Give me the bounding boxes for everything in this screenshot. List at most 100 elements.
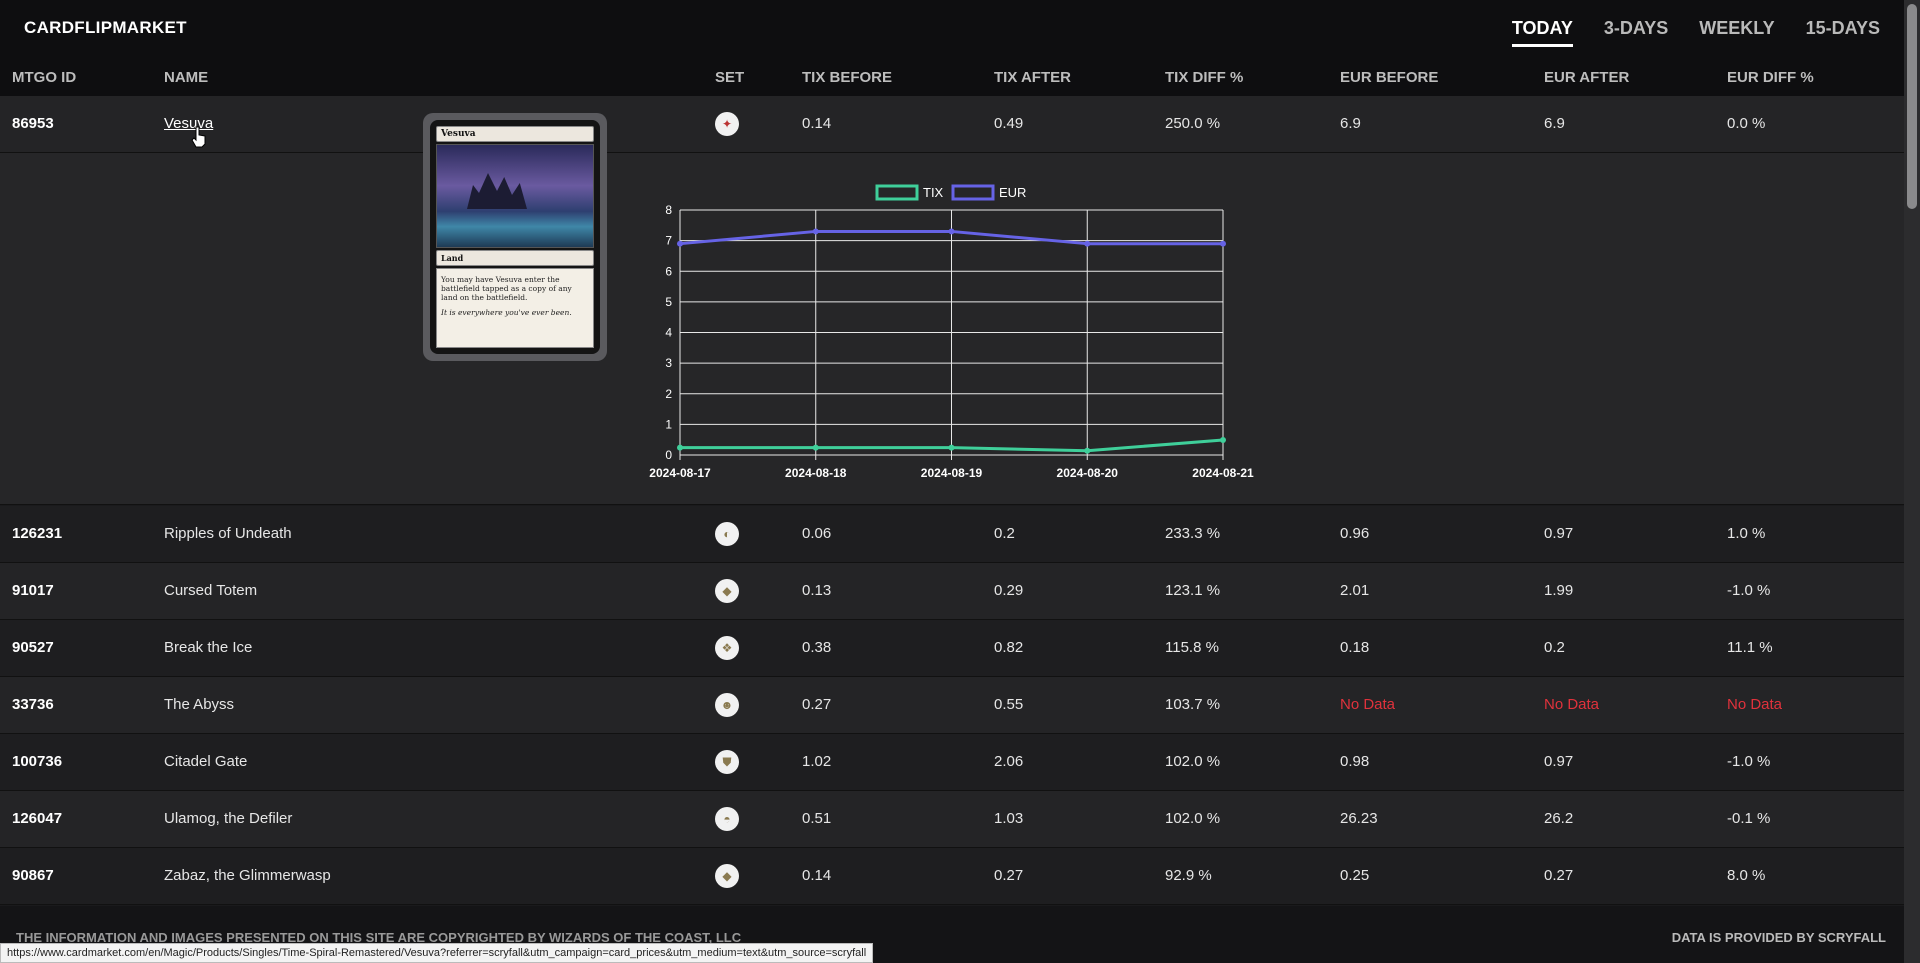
eur-after: 1.99	[1544, 582, 1574, 599]
table-header: MTGO ID NAME SET TIX BEFORE TIX AFTER TI…	[0, 60, 1904, 96]
eur-diff: 8.0 %	[1727, 867, 1766, 884]
col-tix-before[interactable]: TIX BEFORE	[802, 69, 892, 86]
eur-diff: No Data	[1727, 696, 1783, 713]
mtgo-id: 126231	[12, 525, 63, 542]
x-tick-label: 2024-08-17	[649, 466, 711, 480]
eur-diff: -1.0 %	[1727, 582, 1771, 599]
set-icon: ⛊	[715, 750, 739, 774]
set-icon: ◓	[715, 807, 739, 831]
table-row[interactable]: 90867 Zabaz, the Glimmerwasp ◆ 0.14 0.27 92.9…	[0, 848, 1904, 905]
tix-before: 0.51	[802, 810, 832, 827]
tab-15-days[interactable]: 15-DAYS	[1806, 18, 1880, 47]
tix-after: 0.29	[994, 582, 1024, 599]
mtgo-id: 126047	[12, 810, 63, 827]
set-icon: ◆	[715, 864, 739, 888]
set-icon: ☻	[715, 693, 739, 717]
eur-diff: -1.0 %	[1727, 753, 1771, 770]
card-name[interactable]: Zabaz, the Glimmerwasp	[164, 867, 331, 884]
data-point-eur	[677, 240, 683, 247]
tab-today[interactable]: TODAY	[1511, 18, 1573, 47]
data-point-tix	[1084, 447, 1091, 454]
tix-diff: 123.1 %	[1165, 582, 1221, 599]
col-eur-after[interactable]: EUR AFTER	[1544, 69, 1629, 86]
x-tick-label: 2024-08-19	[921, 466, 983, 480]
card-name[interactable]: Cursed Totem	[164, 582, 257, 599]
eur-before: 26.23	[1340, 810, 1378, 827]
tix-diff: 92.9 %	[1165, 867, 1212, 884]
eur-before: 0.18	[1340, 639, 1370, 656]
eur-after: 0.27	[1544, 867, 1574, 884]
eur-after: 0.97	[1544, 753, 1574, 770]
col-name[interactable]: NAME	[164, 69, 208, 86]
tix-diff: 233.3 %	[1165, 525, 1221, 542]
eur-before: 0.98	[1340, 753, 1370, 770]
price-line-chart: TIX EUR 0 1 2 3 4 5 6 7 8 2024-08-17 2024-08-18 2024-…	[649, 184, 1254, 480]
mtgo-id: 90867	[12, 867, 54, 884]
tix-after: 0.2	[994, 525, 1015, 542]
table-row[interactable]: 126231 Ripples of Undeath ◐ 0.06 0.2 233.3 % 0…	[0, 506, 1904, 563]
eur-diff: 0.0 %	[1727, 115, 1766, 132]
card-preview: Vesuva Land You may have Vesuva enter th…	[423, 113, 607, 361]
eur-before: 2.01	[1340, 582, 1370, 599]
tix-after: 0.49	[994, 115, 1024, 132]
tab-weekly[interactable]: WEEKLY	[1699, 18, 1774, 47]
col-mtgo-id[interactable]: MTGO ID	[12, 69, 76, 86]
card-name[interactable]: Citadel Gate	[164, 753, 247, 770]
tix-diff: 250.0 %	[1165, 115, 1221, 132]
card-type-line: Land	[436, 250, 594, 266]
data-source-note: DATA IS PROVIDED BY SCRYFALL	[1671, 930, 1886, 945]
data-point-tix	[677, 444, 683, 451]
tix-after: 0.82	[994, 639, 1024, 656]
tix-before: 1.02	[802, 753, 832, 770]
card-image: Vesuva Land You may have Vesuva enter th…	[430, 120, 600, 354]
table-row[interactable]: 33736 The Abyss ☻ 0.27 0.55 103.7 % No Data No …	[0, 677, 1904, 734]
card-name[interactable]: Break the Ice	[164, 639, 252, 656]
eur-before: 0.96	[1340, 525, 1370, 542]
card-art	[436, 144, 594, 248]
card-name[interactable]: Ulamog, the Defiler	[164, 810, 292, 827]
set-icon: ◐	[715, 522, 739, 546]
mtgo-id: 90527	[12, 639, 54, 656]
tix-after: 1.03	[994, 810, 1024, 827]
scrollbar[interactable]	[1904, 0, 1920, 963]
table-row[interactable]: 126047 Ulamog, the Defiler ◓ 0.51 1.03 102.0 …	[0, 791, 1904, 848]
table-row[interactable]: 90527 Break the Ice ❖ 0.38 0.82 115.8 % 0.18 0.…	[0, 620, 1904, 677]
eur-after: 26.2	[1544, 810, 1574, 827]
col-eur-diff[interactable]: EUR DIFF %	[1727, 69, 1814, 86]
y-tick-label: 0	[665, 448, 672, 462]
y-tick-label: 3	[665, 356, 672, 370]
table-row[interactable]: 91017 Cursed Totem ◆ 0.13 0.29 123.1 % 2.01 1.9…	[0, 563, 1904, 620]
card-name[interactable]: The Abyss	[164, 696, 234, 713]
data-point-eur	[1220, 240, 1226, 247]
col-eur-before[interactable]: EUR BEFORE	[1340, 69, 1438, 86]
y-tick-label: 1	[665, 417, 672, 431]
scrollbar-thumb[interactable]	[1907, 4, 1917, 209]
y-tick-label: 2	[665, 387, 672, 401]
top-navbar: CARDFLIPMARKET TODAY 3-DAYS WEEKLY 15-DA…	[0, 0, 1904, 60]
eur-after: 0.2	[1544, 639, 1565, 656]
tix-after: 0.27	[994, 867, 1024, 884]
set-icon: ✦	[715, 112, 739, 136]
card-text-box: You may have Vesuva enter the battlefiel…	[436, 268, 594, 348]
card-name[interactable]: Ripples of Undeath	[164, 525, 292, 542]
col-tix-diff[interactable]: TIX DIFF %	[1165, 69, 1243, 86]
tix-before: 0.06	[802, 525, 832, 542]
tix-diff: 115.8 %	[1165, 639, 1219, 656]
eur-before: 0.25	[1340, 867, 1370, 884]
table-row[interactable]: 100736 Citadel Gate ⛊ 1.02 2.06 102.0 % 0.98 0.…	[0, 734, 1904, 791]
tab-3-days[interactable]: 3-DAYS	[1604, 18, 1668, 47]
table-row[interactable]: 86953 Vesuva ✦ 0.14 0.49 250.0 % 6.9 6.9…	[0, 96, 1904, 153]
card-title: Vesuva	[436, 126, 594, 142]
mtgo-id: 86953	[12, 115, 54, 132]
data-point-tix	[812, 444, 819, 451]
tix-before: 0.13	[802, 582, 832, 599]
set-icon: ❖	[715, 636, 739, 660]
tix-after: 2.06	[994, 753, 1024, 770]
card-flavor-text: It is everywhere you've ever been.	[441, 308, 572, 317]
brand-logo[interactable]: CARDFLIPMARKET	[24, 18, 187, 38]
col-tix-after[interactable]: TIX AFTER	[994, 69, 1071, 86]
eur-diff: 11.1 %	[1727, 639, 1773, 656]
x-tick-label: 2024-08-21	[1192, 466, 1254, 480]
col-set[interactable]: SET	[715, 69, 744, 86]
data-point-tix	[948, 444, 955, 451]
